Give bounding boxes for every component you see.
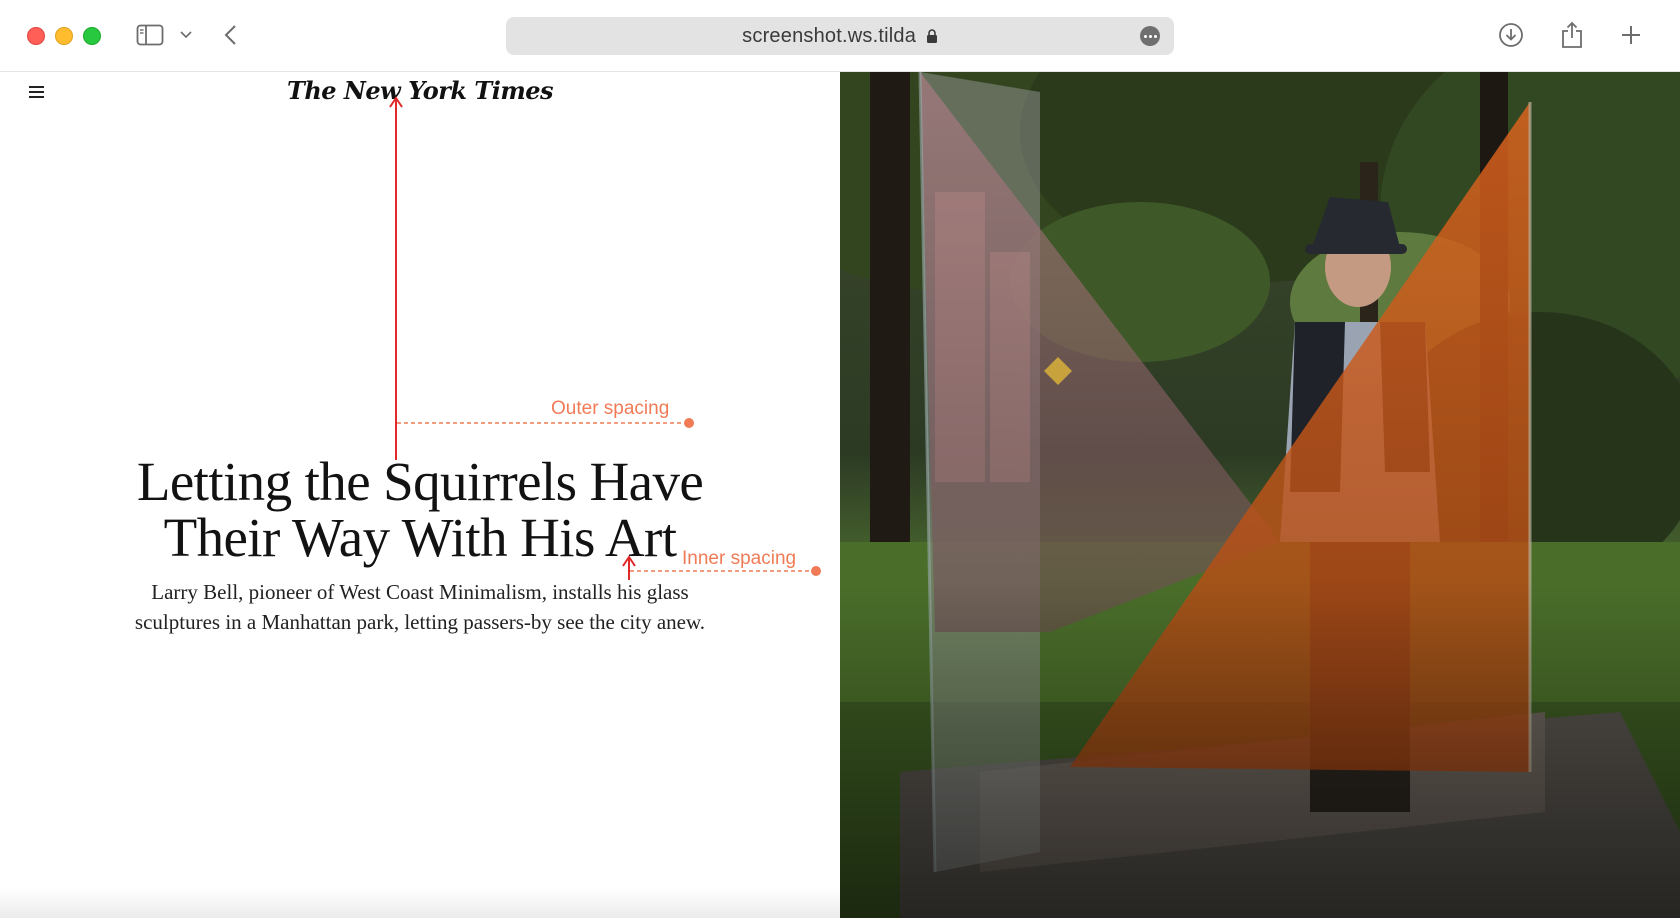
lock-icon [926,29,937,43]
inner-spacing-label: Inner spacing [682,548,797,569]
spacing-annotations [389,96,821,580]
new-tab-icon[interactable] [1619,20,1643,50]
download-icon[interactable] [1498,20,1524,50]
share-icon[interactable] [1559,20,1585,50]
more-icon[interactable] [1140,26,1160,46]
outer-spacing-dot [684,418,694,428]
article-photo [840,72,1680,918]
outer-spacing-label: Outer spacing [551,398,670,419]
inner-spacing-dot [811,566,821,576]
